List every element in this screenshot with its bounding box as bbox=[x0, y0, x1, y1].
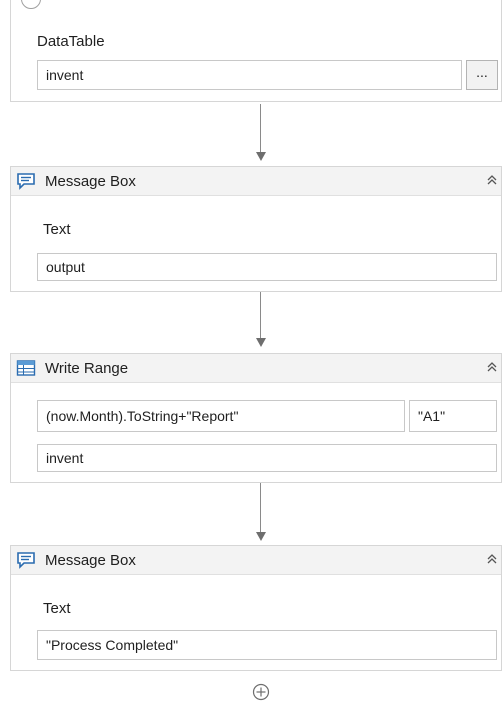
connector-arrow bbox=[256, 152, 266, 161]
activity-title: Message Box bbox=[45, 551, 136, 569]
text-label: Text bbox=[43, 600, 71, 617]
connector-arrow bbox=[256, 532, 266, 541]
message-box-icon bbox=[15, 549, 37, 571]
activity-write-range[interactable]: Write Range (now.Month).ToString+"Report… bbox=[10, 353, 502, 483]
activity-title: Message Box bbox=[45, 172, 136, 190]
connector-arrow bbox=[256, 338, 266, 347]
browse-button[interactable]: ... bbox=[466, 60, 498, 90]
activity-message-box[interactable]: Message Box Text "Process Completed" bbox=[10, 545, 502, 671]
sequence-connector bbox=[260, 292, 261, 340]
datatable-input[interactable]: invent bbox=[37, 60, 462, 90]
message-box-icon bbox=[15, 170, 37, 192]
text-label: Text bbox=[43, 221, 71, 238]
collapse-chevrons-icon[interactable] bbox=[485, 173, 499, 187]
add-activity-icon[interactable] bbox=[252, 683, 270, 701]
sequence-connector bbox=[260, 483, 261, 533]
collapse-chevrons-icon[interactable] bbox=[485, 552, 499, 566]
activity-header[interactable]: Write Range bbox=[11, 354, 501, 383]
activity-title: Write Range bbox=[45, 359, 129, 377]
write-range-icon bbox=[15, 357, 37, 379]
sequence-connector bbox=[260, 104, 261, 154]
activity-header[interactable]: Message Box bbox=[11, 546, 501, 575]
datatable-input[interactable]: invent bbox=[37, 444, 497, 472]
start-cell-input[interactable]: "A1" bbox=[409, 400, 497, 432]
sheet-name-input[interactable]: (now.Month).ToString+"Report" bbox=[37, 400, 405, 432]
activity-read-range[interactable]: DataTable invent ... bbox=[10, 0, 502, 102]
collapse-chevrons-icon[interactable] bbox=[485, 360, 499, 374]
collapsed-header-stub bbox=[21, 0, 41, 9]
activity-header[interactable]: Message Box bbox=[11, 167, 501, 196]
activity-message-box[interactable]: Message Box Text output bbox=[10, 166, 502, 292]
datatable-label: DataTable bbox=[37, 33, 105, 50]
text-input[interactable]: output bbox=[37, 253, 497, 281]
text-input[interactable]: "Process Completed" bbox=[37, 630, 497, 660]
